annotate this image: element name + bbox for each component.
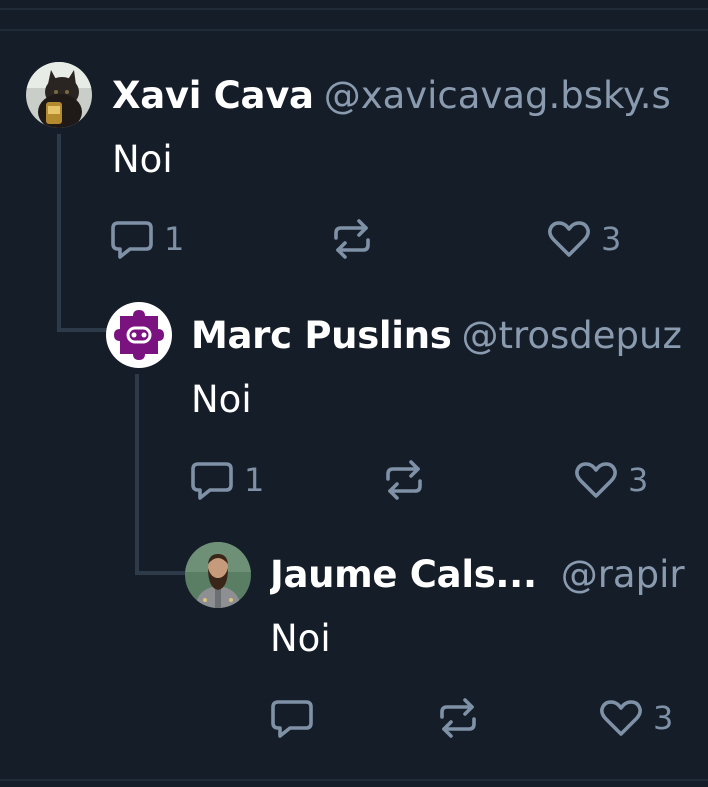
avatar[interactable] xyxy=(106,302,172,368)
repost-icon xyxy=(386,460,422,500)
reply-button[interactable] xyxy=(270,696,324,740)
repost-icon xyxy=(334,219,370,259)
post-text: Noi xyxy=(270,617,331,660)
author-name[interactable]: Jaume Cals... xyxy=(270,553,537,596)
like-count: 3 xyxy=(653,699,674,737)
post-header: Xavi Cava @xavicavag.bsky.s xyxy=(112,72,708,120)
like-button[interactable]: 3 xyxy=(574,458,648,502)
like-count: 3 xyxy=(628,461,649,499)
reply-button[interactable]: 1 xyxy=(190,458,264,502)
repost-button[interactable] xyxy=(436,696,480,740)
avatar[interactable] xyxy=(26,62,92,128)
like-button[interactable]: 3 xyxy=(547,217,621,261)
thread-line-2-horizontal xyxy=(135,571,185,575)
author-handle[interactable]: @rapir xyxy=(561,553,685,596)
repost-button[interactable] xyxy=(382,458,426,502)
like-button[interactable]: 3 xyxy=(599,696,673,740)
author-handle[interactable]: @xavicavag.bsky.s xyxy=(324,74,671,117)
avatar[interactable] xyxy=(185,542,251,608)
section-divider xyxy=(0,29,708,31)
reply-count: 1 xyxy=(164,220,185,258)
thread-line-2-vertical xyxy=(135,374,139,575)
author-name[interactable]: Xavi Cava xyxy=(112,74,314,117)
reply-count: 1 xyxy=(244,461,265,499)
like-icon xyxy=(600,700,642,736)
reply-icon xyxy=(191,462,233,500)
post-header: Jaume Cals... @rapir xyxy=(270,551,708,599)
thread-line-1-vertical xyxy=(57,134,61,332)
post-text: Noi xyxy=(191,378,252,421)
post-text: Noi xyxy=(112,138,173,181)
bottom-divider xyxy=(0,779,708,781)
reply-button[interactable]: 1 xyxy=(110,217,184,261)
like-icon xyxy=(575,462,617,498)
repost-button[interactable] xyxy=(330,217,374,261)
author-handle[interactable]: @trosdepuz xyxy=(461,314,681,357)
repost-icon xyxy=(440,698,476,738)
author-name[interactable]: Marc Puslins xyxy=(191,314,452,357)
like-icon xyxy=(548,221,590,257)
thread-line-1-horizontal xyxy=(57,328,107,332)
reply-icon xyxy=(271,700,313,738)
like-count: 3 xyxy=(601,220,622,258)
reply-icon xyxy=(111,221,153,259)
top-divider xyxy=(0,8,708,10)
post-header: Marc Puslins @trosdepuz xyxy=(191,312,708,360)
